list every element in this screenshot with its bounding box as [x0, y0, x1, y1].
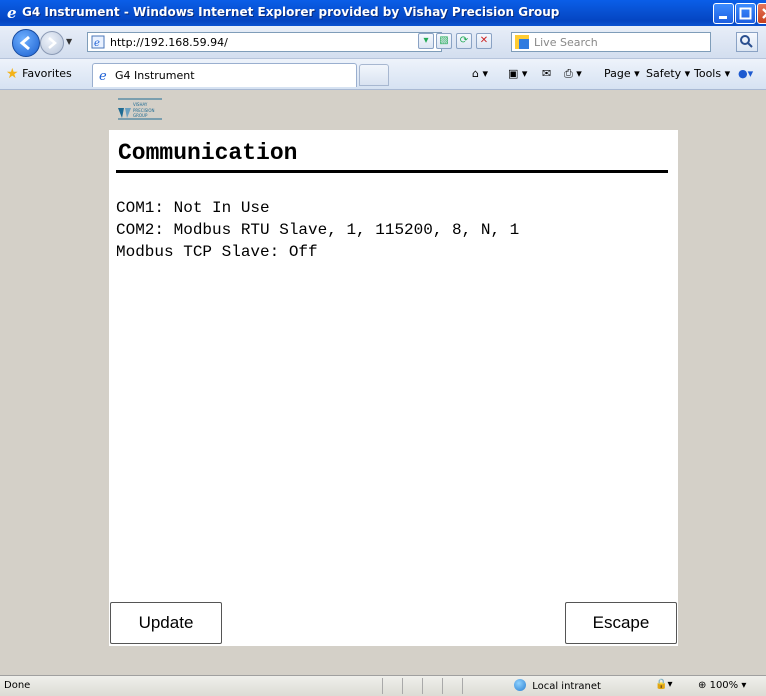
forward-button[interactable] [40, 31, 64, 55]
window-title: G4 Instrument - Windows Internet Explore… [22, 5, 560, 19]
address-toolbar: ▼ e http://192.168.59.94/ ▾ ▧ ⟳ ✕ Live S… [0, 26, 766, 59]
refresh-icon[interactable]: ⟳ [456, 33, 472, 49]
favorites-bar: ★ Favorites e G4 Instrument ⌂ ▾ ▣ ▾ ✉ ⎙ … [0, 59, 766, 90]
svg-text:e: e [94, 38, 100, 49]
com2-status: COM2: Modbus RTU Slave, 1, 115200, 8, N,… [116, 221, 520, 239]
minimize-button[interactable] [713, 3, 734, 24]
page-icon: e [91, 35, 105, 49]
search-placeholder: Live Search [534, 36, 598, 49]
search-icon [740, 35, 753, 48]
compatibility-view-icon[interactable]: ▧ [436, 33, 452, 49]
page-title: Communication [118, 140, 298, 166]
favorites-label: Favorites [22, 67, 72, 80]
title-divider [116, 170, 668, 173]
home-icon[interactable]: ⌂ ▾ [472, 67, 488, 80]
status-divider [382, 678, 383, 694]
zoom-level[interactable]: ⊕ 100% ▾ [698, 680, 746, 691]
security-zone[interactable]: Local intranet [514, 679, 601, 692]
safety-menu[interactable]: Safety ▾ [646, 67, 690, 80]
back-button[interactable] [12, 29, 40, 57]
tab-g4-instrument[interactable]: e G4 Instrument [92, 63, 357, 87]
internet-explorer-icon: e [7, 4, 17, 20]
com1-status: COM1: Not In Use [116, 199, 270, 217]
recent-pages-dropdown-icon[interactable]: ▼ [66, 37, 72, 46]
page-menu[interactable]: Page ▾ [604, 67, 640, 80]
status-text: Done [4, 680, 31, 691]
forward-arrow-icon [48, 37, 57, 49]
help-icon[interactable]: ●▾ [738, 67, 753, 80]
status-bar: Done Local intranet 🔒▾ ⊕ 100% ▾ [0, 675, 766, 696]
print-icon[interactable]: ⎙ ▾ [564, 67, 582, 81]
modbus-tcp-status: Modbus TCP Slave: Off [116, 243, 318, 261]
svg-text:e: e [7, 4, 17, 20]
ie-tab-icon: e [99, 69, 107, 82]
status-divider [462, 678, 463, 694]
window-title-bar: e G4 Instrument - Windows Internet Explo… [0, 0, 766, 26]
tools-menu[interactable]: Tools ▾ [694, 67, 730, 80]
url-dropdown-button[interactable]: ▾ [418, 33, 434, 49]
live-search-logo-icon [515, 35, 529, 49]
back-arrow-icon [19, 35, 30, 51]
zoom-label: 100% [709, 680, 739, 691]
zone-label: Local intranet [532, 681, 601, 692]
svg-text:VISHAY: VISHAY [133, 102, 148, 107]
read-mail-icon[interactable]: ✉ [542, 67, 551, 80]
feeds-icon[interactable]: ▣ ▾ [508, 67, 527, 80]
new-tab-button[interactable] [359, 64, 389, 86]
maximize-button[interactable] [735, 3, 756, 24]
globe-icon [514, 679, 526, 691]
svg-text:GROUP: GROUP [133, 113, 148, 118]
escape-button[interactable]: Escape [565, 602, 677, 644]
status-divider [442, 678, 443, 694]
update-button[interactable]: Update [110, 602, 222, 644]
protected-mode-icon[interactable]: 🔒▾ [655, 679, 672, 690]
url-text: http://192.168.59.94/ [110, 36, 228, 49]
stop-icon[interactable]: ✕ [476, 33, 492, 49]
favorites-button[interactable]: ★ Favorites [6, 66, 72, 82]
close-button[interactable] [757, 3, 766, 24]
search-button[interactable] [736, 32, 758, 52]
address-field[interactable]: e http://192.168.59.94/ [87, 32, 442, 52]
favorites-star-icon: ★ [6, 66, 19, 82]
search-box[interactable]: Live Search [511, 32, 711, 52]
status-divider [422, 678, 423, 694]
tab-label: G4 Instrument [115, 69, 195, 82]
status-divider [402, 678, 403, 694]
zoom-icon: ⊕ [698, 680, 707, 691]
vishay-logo: VISHAY PRECISION GROUP [118, 98, 162, 120]
svg-text:e: e [99, 69, 107, 82]
